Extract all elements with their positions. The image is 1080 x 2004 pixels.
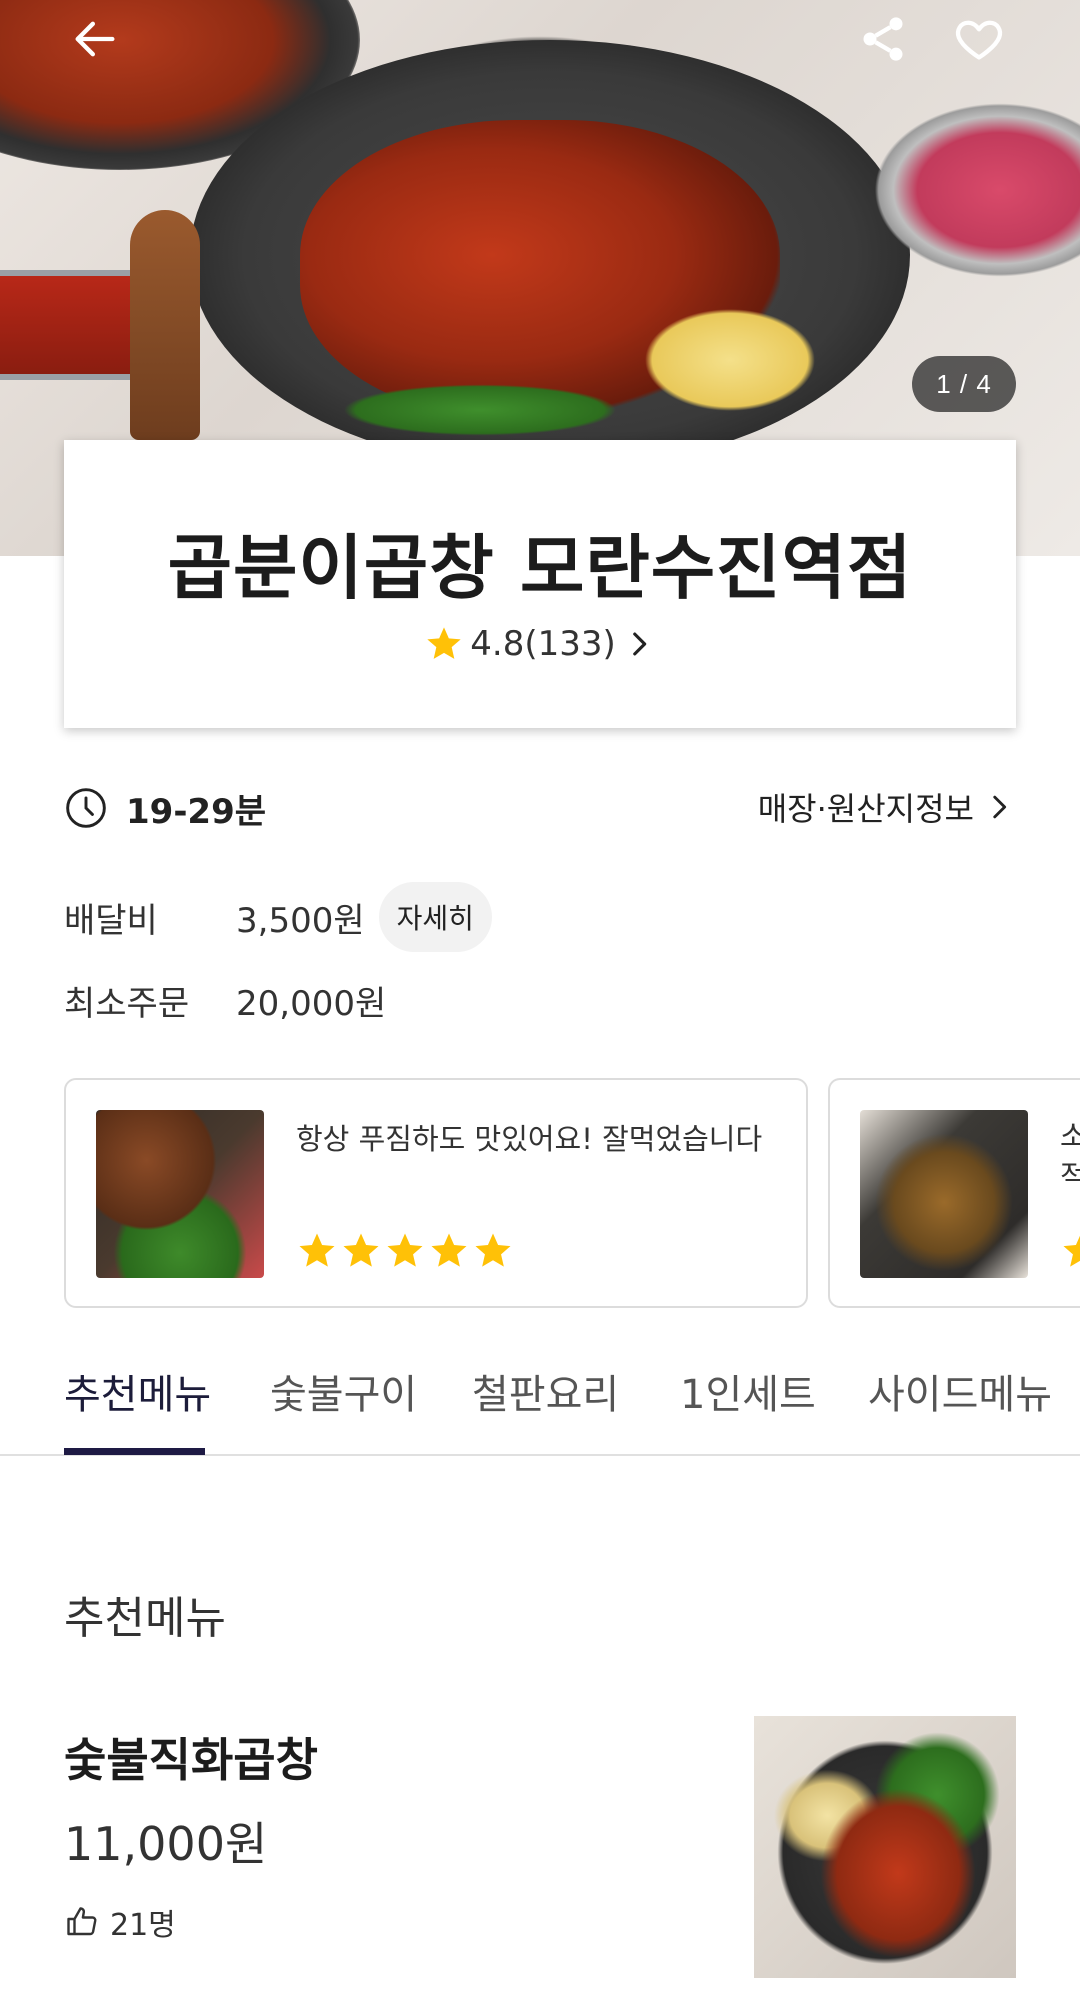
review-stars — [1060, 1230, 1080, 1272]
star-icon — [299, 1233, 335, 1267]
star-icon — [387, 1233, 423, 1267]
star-icon — [431, 1233, 467, 1267]
tab-charcoal-grill[interactable]: 숯불구이 — [270, 1362, 417, 1420]
store-origin-info-link[interactable]: 매장·원산지정보 — [758, 784, 1016, 830]
delivery-fee-label: 배달비 — [64, 900, 158, 941]
heart-icon — [955, 20, 1003, 60]
delivery-fee-value: 3,500원 — [236, 900, 365, 941]
chevron-right-icon — [622, 627, 656, 661]
review-card[interactable]: 항상 푸짐하도 맛있어요! 잘먹었습니다 — [64, 1078, 808, 1308]
menu-item[interactable]: 숯불직화곱창 11,000원 21명 — [0, 1700, 1080, 2004]
review-text: 소 적 — [1060, 1116, 1080, 1196]
category-tabs: 추천메뉴 숯불구이 철판요리 1인세트 사이드메뉴 — [0, 1350, 1080, 1456]
hero-food-sauce — [0, 270, 140, 380]
store-name: 곱분이곱창 모란수진역점 — [167, 527, 913, 609]
store-info-card: 곱분이곱창 모란수진역점 4.8(133) — [64, 440, 1016, 728]
delivery-fee-detail-button[interactable]: 자세히 — [378, 882, 492, 952]
store-origin-info-label: 매장·원산지정보 — [757, 790, 974, 828]
favorite-button[interactable] — [944, 4, 1014, 74]
star-icon — [343, 1233, 379, 1267]
min-order-row: 최소주문 20,000원 — [64, 976, 386, 1025]
top-bar — [0, 0, 1080, 90]
review-card[interactable]: 소 적 — [828, 1078, 1080, 1308]
delivery-time-row: 19-29분 매장·원산지정보 — [64, 780, 1016, 836]
star-icon — [475, 1233, 511, 1267]
thumbs-up-icon — [67, 1907, 97, 1936]
clock-icon — [64, 786, 108, 830]
active-tab-indicator — [64, 1448, 205, 1455]
section-title: 추천메뉴 — [64, 1593, 226, 1644]
chevron-right-icon — [993, 795, 1007, 819]
share-button[interactable] — [848, 4, 918, 74]
menu-item-name: 숯불직화곱창 — [64, 1733, 318, 1787]
menu-item-likes: 21명 — [64, 1900, 176, 1944]
back-button[interactable] — [60, 4, 130, 74]
rating-link[interactable]: 4.8(133) — [64, 624, 1016, 664]
review-text: 항상 푸짐하도 맛있어요! 잘먹었습니다 — [296, 1122, 763, 1156]
tab-iron-plate[interactable]: 철판요리 — [472, 1362, 619, 1420]
star-icon — [1063, 1235, 1080, 1267]
menu-item-price: 11,000원 — [64, 1817, 268, 1871]
delivery-time: 19-29분 — [126, 791, 267, 832]
star-icon — [424, 624, 464, 664]
hero-food-greens — [320, 380, 640, 440]
rating-value: 4.8(133) — [470, 624, 616, 664]
menu-item-photo — [754, 1716, 1016, 1978]
min-order-value: 20,000원 — [236, 984, 387, 1024]
tab-side-menu[interactable]: 사이드메뉴 — [868, 1362, 1052, 1420]
review-stars — [296, 1230, 514, 1272]
arrow-left-icon — [75, 21, 115, 57]
min-order-label: 최소주문 — [64, 984, 190, 1024]
menu-item-like-count: 21명 — [110, 1908, 176, 1943]
tab-recommended[interactable]: 추천메뉴 — [64, 1362, 211, 1420]
hero-food-corn — [630, 300, 830, 420]
delivery-fee-row: 배달비 3,500원 자세히 — [64, 882, 492, 952]
image-pager-indicator: 1 / 4 — [912, 356, 1016, 412]
hero-food-spoon — [130, 210, 200, 440]
review-photo — [860, 1110, 1028, 1278]
review-photo — [96, 1110, 264, 1278]
share-icon — [863, 17, 903, 61]
tab-single-set[interactable]: 1인세트 — [680, 1362, 816, 1420]
